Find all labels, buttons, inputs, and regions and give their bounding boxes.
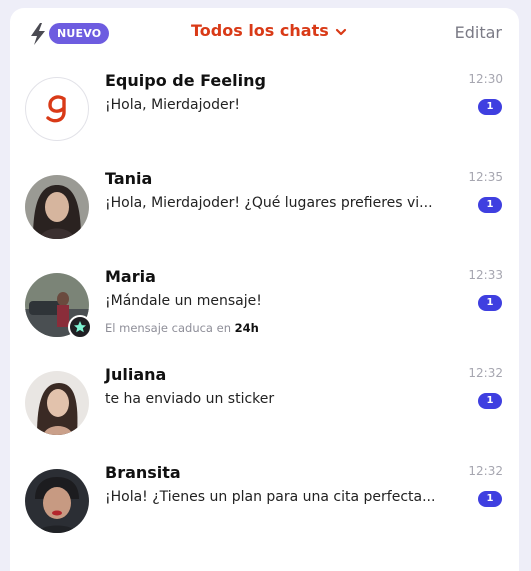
new-badge[interactable]: NUEVO — [49, 23, 110, 44]
chat-preview: ¡Mándale un mensaje! — [105, 293, 262, 309]
avatar — [25, 371, 89, 435]
chat-row[interactable]: Tania ¡Hola, Mierdajoder! ¿Qué lugares p… — [10, 169, 519, 273]
unread-badge: 1 — [478, 393, 502, 409]
chat-preview: te ha enviado un sticker — [105, 391, 275, 407]
chat-name: Bransita — [105, 463, 181, 482]
unread-badge: 1 — [478, 491, 502, 507]
chat-preview: ¡Hola! ¿Tienes un plan para una cita per… — [105, 489, 436, 505]
unread-badge: 1 — [478, 197, 502, 213]
chat-name: Juliana — [105, 365, 167, 384]
avatar — [25, 469, 89, 533]
chat-row[interactable]: Juliana te ha enviado un sticker 12:32 1 — [10, 365, 519, 469]
header: NUEVO Todos los chats Editar — [10, 8, 519, 58]
star-badge — [68, 315, 92, 339]
chat-time: 12:35 — [468, 170, 503, 184]
chat-list-panel: NUEVO Todos los chats Editar Equipo de F… — [10, 8, 519, 571]
chat-filter-dropdown[interactable]: Todos los chats — [191, 21, 347, 40]
chat-time: 12:30 — [468, 72, 503, 86]
chevron-down-icon — [335, 28, 346, 35]
feeling-logo — [46, 95, 66, 123]
chat-preview: ¡Hola, Mierdajoder! — [105, 97, 240, 113]
expiry-value: 24h — [234, 321, 259, 335]
chat-name: Tania — [105, 169, 153, 188]
edit-button[interactable]: Editar — [455, 23, 502, 42]
chat-row[interactable]: Bransita ¡Hola! ¿Tienes un plan para una… — [10, 463, 519, 567]
chat-row[interactable]: Equipo de Feeling ¡Hola, Mierdajoder! 12… — [10, 71, 519, 175]
star-icon — [74, 321, 86, 333]
chat-preview: ¡Hola, Mierdajoder! ¿Qué lugares prefier… — [105, 195, 433, 211]
expiry-prefix: El mensaje caduca en — [105, 321, 231, 335]
chat-time: 12:33 — [468, 268, 503, 282]
avatar — [25, 175, 89, 239]
unread-badge: 1 — [478, 295, 502, 311]
chat-time: 12:32 — [468, 366, 503, 380]
unread-badge: 1 — [478, 99, 502, 115]
avatar-photo — [25, 469, 89, 533]
chat-filter-label: Todos los chats — [191, 21, 329, 40]
chat-time: 12:32 — [468, 464, 503, 478]
chat-row[interactable]: Maria ¡Mándale un mensaje! 12:33 1 El me… — [10, 267, 519, 371]
lightning-icon[interactable] — [30, 23, 46, 45]
chat-name: Maria — [105, 267, 156, 286]
avatar-photo — [25, 175, 89, 239]
chat-name: Equipo de Feeling — [105, 71, 266, 90]
expiry-note: El mensaje caduca en 24h — [105, 321, 259, 335]
avatar — [25, 77, 89, 141]
avatar-photo — [25, 371, 89, 435]
